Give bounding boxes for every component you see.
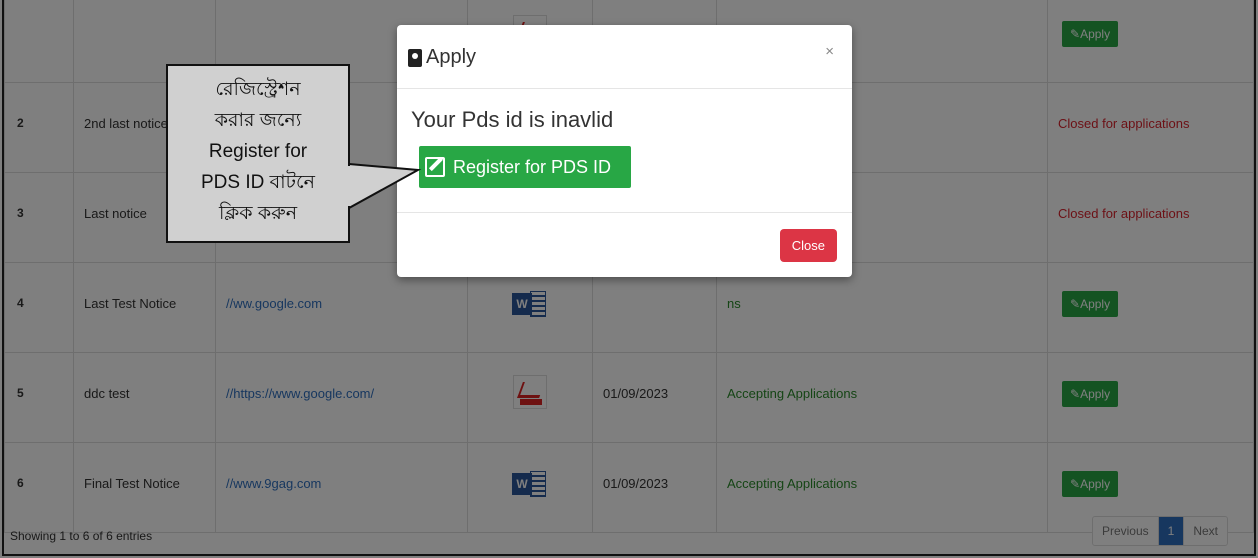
callout-line: PDS ID বাটনে [200, 172, 316, 193]
callout-pointer [347, 162, 422, 210]
modal-body: Your Pds id is inavlid Register for PDS … [397, 89, 852, 213]
callout-line: রেজিস্ট্রেশন [215, 79, 301, 100]
modal-header: Apply × [397, 25, 852, 89]
edit-icon [425, 157, 445, 177]
register-pds-id-button[interactable]: Register for PDS ID [419, 146, 631, 188]
callout-line: ক্লিক করুন [218, 203, 298, 224]
callout-text: রেজিস্ট্রেশন করার জন্যে Register for PDS… [168, 74, 348, 229]
modal-title-text: Apply [426, 46, 477, 68]
modal-title: Apply [408, 46, 476, 69]
instruction-callout: রেজিস্ট্রেশন করার জন্যে Register for PDS… [166, 64, 350, 243]
modal-close-x-button[interactable]: × [825, 43, 834, 60]
callout-line: Register for [208, 141, 308, 162]
register-pds-id-label: Register for PDS ID [453, 156, 612, 177]
callout-line: করার জন্যে [214, 110, 302, 131]
modal-close-button[interactable]: Close [779, 229, 837, 262]
apply-modal: Apply × Your Pds id is inavlid Register … [397, 25, 852, 277]
invalid-pds-message: Your Pds id is inavlid [411, 107, 614, 132]
id-badge-icon [408, 48, 422, 67]
